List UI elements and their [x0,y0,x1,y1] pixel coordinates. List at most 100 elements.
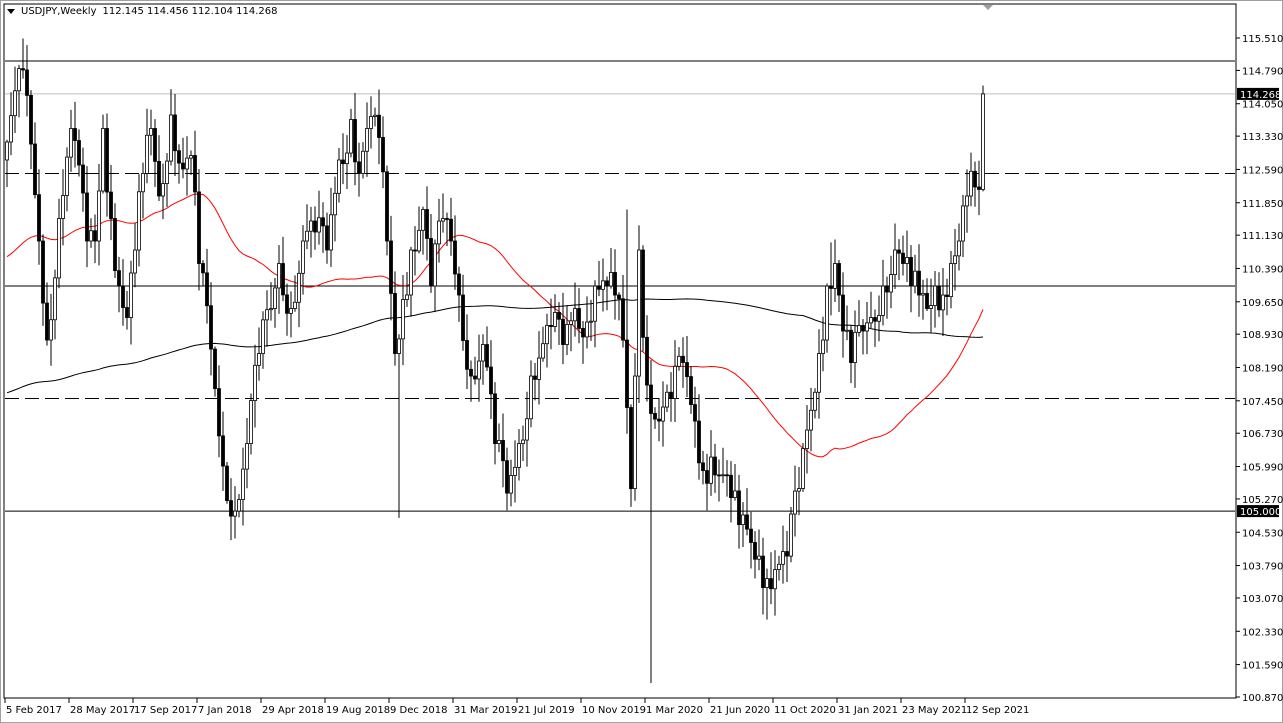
bull-candle [633,375,637,489]
x-tick-label: 12 Sep 2021 [966,705,1029,716]
bear-candle [221,435,225,467]
bear-candle [613,272,617,296]
bull-candle [305,230,309,242]
bear-candle [461,294,465,341]
dropdown-arrow-icon[interactable] [7,9,15,14]
bear-candle [453,240,457,275]
bear-candle [93,230,97,242]
y-tick-label: 115.510 [1242,34,1283,45]
bear-candle [489,366,493,395]
x-tick-label: 29 Apr 2018 [262,705,324,716]
bull-candle [337,159,341,194]
bull-candle [237,499,241,512]
bear-candle [353,119,357,163]
bear-candle [861,325,865,332]
bull-candle [593,285,597,322]
bull-candle [609,272,613,287]
bear-candle [117,270,121,287]
bull-candle [521,439,525,444]
bull-candle [245,443,249,470]
bull-candle [821,339,825,354]
x-tick-label: 23 May 2021 [902,705,967,716]
bear-candle [465,340,469,370]
bull-candle [733,490,737,498]
bear-candle [113,218,117,272]
bull-candle [585,321,589,338]
bull-candle [145,134,149,174]
bear-candle [937,285,941,311]
bear-candle [973,170,977,188]
bear-candle [81,164,85,194]
price-tag-label: 105.000 [1240,507,1281,518]
x-tick-label: 21 Jun 2020 [710,705,770,716]
bull-candle [365,128,369,152]
bull-candle [965,195,969,207]
y-tick-label: 113.330 [1242,132,1283,143]
bull-candle [933,285,937,306]
bull-candle [57,218,61,279]
bear-candle [737,490,741,525]
bull-candle [869,317,873,324]
bear-candle [501,440,505,462]
bull-candle [541,343,545,359]
bear-candle [653,413,657,420]
x-tick-label: 9 Dec 2018 [390,705,448,716]
bear-candle [73,128,77,141]
bear-candle [625,339,629,408]
price-chart[interactable]: 115.510 114.790 114.050 113.330 112.590 111.8… [0,0,1283,723]
plot-area[interactable] [3,3,1237,699]
bull-candle [233,510,237,517]
bear-candle [753,542,757,560]
bear-candle [281,263,285,296]
bear-candle [597,285,601,290]
bear-candle [45,302,49,341]
bull-candle [53,277,57,321]
bear-candle [701,462,705,471]
bear-candle [685,362,689,377]
bull-candle [817,353,821,393]
symbol-timeframe: USDJPY,Weekly [21,6,97,17]
y-tick-label: 114.050 [1242,100,1283,111]
bull-candle [437,220,441,245]
bull-candle [309,220,313,232]
bull-candle [269,308,273,311]
bear-candle [29,95,33,145]
bull-candle [49,319,53,341]
bear-candle [761,555,765,588]
bear-candle [829,285,833,289]
bull-candle [833,263,837,289]
y-tick-label: 110.390 [1242,264,1283,275]
bear-candle [217,388,221,437]
bull-candle [961,205,965,242]
bull-candle [881,285,885,316]
bear-candle [429,238,433,287]
bull-candle [721,474,725,477]
bear-candle [745,514,749,530]
bear-candle [157,161,161,197]
bull-candle [401,299,405,340]
bear-candle [37,194,41,242]
bull-candle [741,514,745,525]
x-tick-label: 5 Feb 2017 [6,705,62,716]
bear-candle [669,391,673,399]
bear-candle [785,551,789,557]
bull-candle [141,173,145,193]
bull-candle [853,331,857,363]
bull-candle [189,155,193,159]
bull-candle [813,391,817,411]
bull-candle [889,274,893,293]
bear-candle [41,240,45,304]
bear-candle [645,336,649,386]
bull-candle [133,249,137,274]
bear-candle [561,318,565,345]
bear-candle [729,474,733,498]
y-tick-label: 103.070 [1242,594,1283,605]
bear-candle [377,114,381,138]
bull-candle [69,128,73,158]
bear-candle [837,263,841,296]
bull-candle [169,114,173,162]
bull-candle [801,448,805,489]
bear-candle [121,285,125,308]
bull-candle [545,324,549,345]
bull-candle [417,229,421,252]
